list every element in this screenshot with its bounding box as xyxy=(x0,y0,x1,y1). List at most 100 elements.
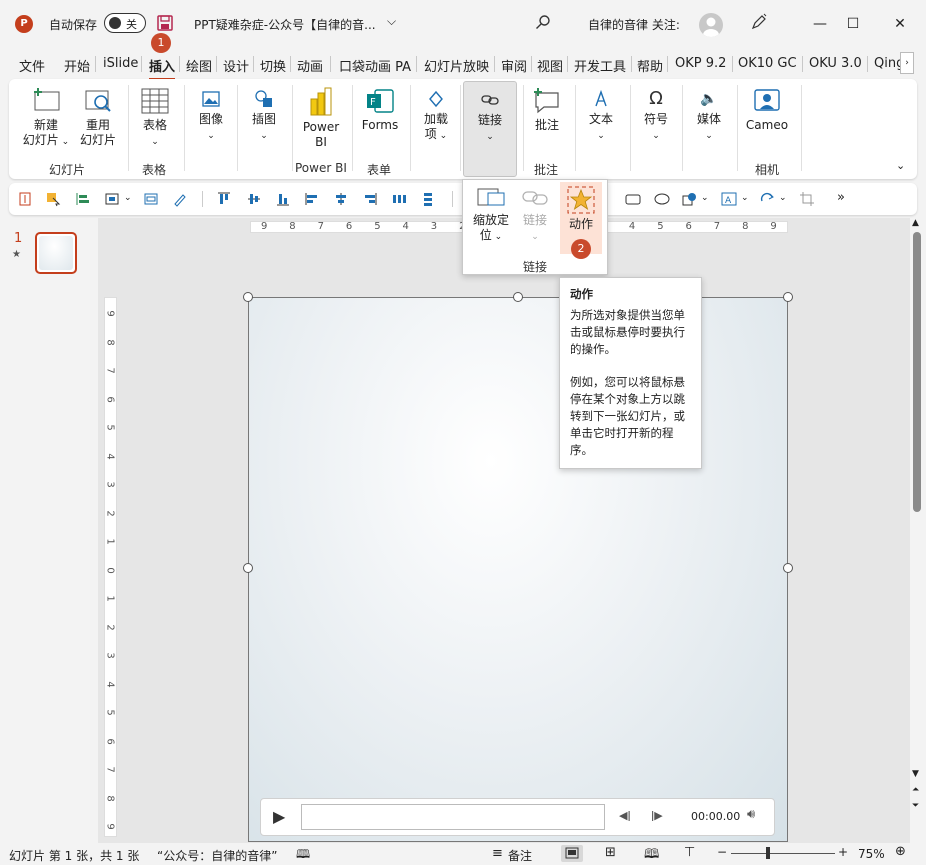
tab-file[interactable]: 文件 xyxy=(19,56,45,75)
rotate-icon[interactable] xyxy=(759,191,775,207)
chevron-down-icon[interactable]: ⌄ xyxy=(741,193,749,203)
step-back-icon[interactable]: ◀ǀ xyxy=(619,809,631,822)
close-button[interactable]: ✕ xyxy=(885,10,915,38)
fit-slide-icon[interactable]: ⊕ xyxy=(895,844,906,859)
slide-thumbnail[interactable] xyxy=(35,232,77,274)
notes-button[interactable]: 备注 xyxy=(508,847,532,864)
media-button[interactable]: 🔈 媒体 ⌄ xyxy=(689,89,729,144)
play-icon[interactable]: ▶ xyxy=(273,807,285,826)
previous-slide-icon[interactable]: ⏶ xyxy=(912,785,919,795)
tab-view[interactable]: 视图 xyxy=(537,56,563,75)
resize-handle[interactable] xyxy=(783,563,793,573)
crop-icon[interactable] xyxy=(799,191,815,207)
tab-design[interactable]: 设计 xyxy=(223,56,249,75)
zoom-button[interactable]: 缩放定 位 ⌄ xyxy=(469,186,513,245)
format-painter-icon[interactable] xyxy=(172,191,188,207)
tab-draw[interactable]: 绘图 xyxy=(186,56,212,75)
powerbi-button[interactable]: Power BI xyxy=(299,87,343,150)
zoom-out-icon[interactable]: − xyxy=(717,845,727,859)
slideshow-icon[interactable]: ⊤ xyxy=(684,845,695,860)
vertical-scrollbar[interactable]: ▲ ▼ ⏶ ⏷ xyxy=(910,218,926,818)
step-forward-icon[interactable]: ǀ▶ xyxy=(651,809,663,822)
minimize-button[interactable]: — xyxy=(805,10,835,38)
next-slide-icon[interactable]: ⏷ xyxy=(912,801,919,811)
save-icon[interactable] xyxy=(156,14,174,32)
tab-pocket-animation[interactable]: 口袋动画 PA xyxy=(339,56,411,75)
tab-okp[interactable]: OKP 9.2 xyxy=(675,56,726,71)
text-button[interactable]: 文本 ⌄ xyxy=(581,89,621,144)
rectangle-icon[interactable] xyxy=(625,191,641,207)
avatar[interactable] xyxy=(699,13,723,37)
frame-icon[interactable] xyxy=(143,191,159,207)
scroll-down-icon[interactable]: ▼ xyxy=(912,769,919,779)
maximize-button[interactable]: ☐ xyxy=(838,10,868,38)
chevron-down-icon: ⌄ xyxy=(207,131,215,141)
distribute-horizontal-icon[interactable] xyxy=(391,191,407,207)
scroll-up-icon[interactable]: ▲ xyxy=(912,218,919,228)
accessibility-icon[interactable]: 🕮︎ xyxy=(296,845,310,865)
scrollbar-thumb[interactable] xyxy=(913,232,921,512)
distribute-vertical-icon[interactable] xyxy=(420,191,436,207)
table-button[interactable]: 表格 ⌄ xyxy=(133,87,177,150)
group-icon[interactable] xyxy=(104,191,120,207)
tab-slideshow[interactable]: 幻灯片放映 xyxy=(424,56,489,75)
tab-insert[interactable]: 插入 xyxy=(149,56,176,80)
zoom-in-icon[interactable]: + xyxy=(838,845,848,859)
new-slide-button[interactable]: 新建 幻灯片 ⌄ xyxy=(21,87,71,150)
comment-button[interactable]: 批注 xyxy=(527,87,567,133)
align-height-icon[interactable] xyxy=(17,191,33,207)
autosave-toggle[interactable]: 关 xyxy=(104,13,146,33)
resize-handle[interactable] xyxy=(513,292,523,302)
tab-review[interactable]: 审阅 xyxy=(501,56,527,75)
addins-button[interactable]: 加载 项 ⌄ xyxy=(416,89,456,144)
zoom-level[interactable]: 75% xyxy=(858,847,885,861)
chevron-down-icon[interactable]: ⌄ xyxy=(779,193,787,203)
collapse-ribbon-icon[interactable]: ⌄ xyxy=(896,159,905,172)
pen-icon[interactable] xyxy=(750,13,768,31)
tab-ok10[interactable]: OK10 GC xyxy=(738,56,797,71)
resize-handle[interactable] xyxy=(243,292,253,302)
forms-button[interactable]: F Forms xyxy=(358,87,402,133)
resize-handle[interactable] xyxy=(243,563,253,573)
reuse-slide-button[interactable]: 重用 幻灯片 xyxy=(75,87,121,148)
tab-help[interactable]: 帮助 xyxy=(637,56,663,75)
zoom-slider[interactable] xyxy=(731,853,835,854)
slide-sorter-icon[interactable]: ⊞ xyxy=(605,845,616,860)
text-box-icon[interactable]: A xyxy=(721,191,737,207)
resize-handle[interactable] xyxy=(783,292,793,302)
more-tools-icon[interactable]: » xyxy=(837,190,845,205)
align-top-icon[interactable] xyxy=(216,191,232,207)
tab-developer[interactable]: 开发工具 xyxy=(574,56,626,75)
tab-home[interactable]: 开始 xyxy=(64,56,90,75)
align-center-icon[interactable] xyxy=(333,191,349,207)
links-button[interactable]: 链接 ⌄ xyxy=(463,81,517,177)
tab-islide[interactable]: iSlide xyxy=(103,56,138,71)
image-button[interactable]: 图像 ⌄ xyxy=(191,89,231,144)
illustration-button[interactable]: 插图 ⌄ xyxy=(244,89,284,144)
align-middle-icon[interactable] xyxy=(246,191,262,207)
reading-view-icon[interactable]: 🕮︎ xyxy=(644,845,659,865)
search-icon[interactable] xyxy=(535,14,551,30)
symbol-button[interactable]: Ω 符号 ⌄ xyxy=(636,89,676,144)
tab-transitions[interactable]: 切换 xyxy=(260,56,286,75)
chevron-down-icon[interactable]: ⌄ xyxy=(701,193,709,203)
select-icon[interactable] xyxy=(45,191,61,207)
shape-fill-icon[interactable] xyxy=(681,191,697,207)
notes-icon[interactable]: ≡ xyxy=(492,846,503,861)
cameo-button[interactable]: Cameo xyxy=(742,87,792,133)
tab-oku[interactable]: OKU 3.0 xyxy=(809,56,862,71)
align-left-icon[interactable] xyxy=(304,191,320,207)
normal-view-button[interactable] xyxy=(561,845,583,862)
tab-animations[interactable]: 动画 xyxy=(297,56,323,75)
volume-icon[interactable]: 🔊︎ xyxy=(747,807,755,822)
chevron-down-icon[interactable]: ⌵ xyxy=(387,14,396,29)
align-right-icon[interactable] xyxy=(362,191,378,207)
zoom-slider-thumb[interactable] xyxy=(766,847,770,859)
tab-scroll-right-button[interactable]: › xyxy=(900,52,914,74)
chevron-down-icon[interactable]: ⌄ xyxy=(124,193,132,203)
distribute-icon[interactable] xyxy=(75,191,91,207)
align-bottom-icon[interactable] xyxy=(275,191,291,207)
ellipse-icon[interactable] xyxy=(654,191,670,207)
media-progress-bar[interactable] xyxy=(301,804,605,830)
slide[interactable] xyxy=(248,297,788,842)
